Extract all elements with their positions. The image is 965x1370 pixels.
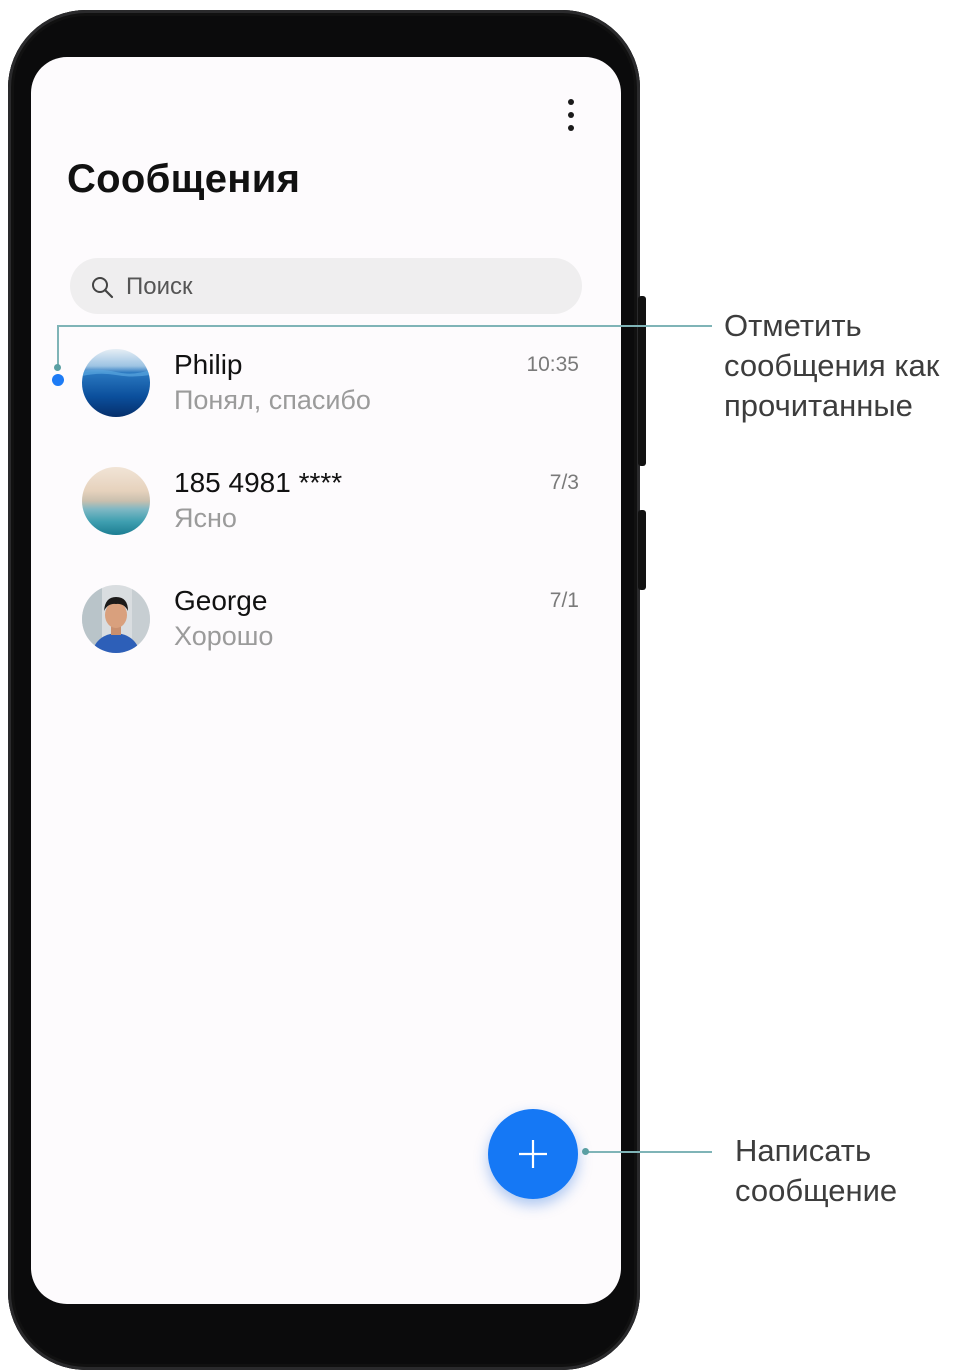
callout-mark-read: Отметить сообщения как прочитанные <box>724 306 939 426</box>
contact-name: Philip <box>174 349 243 380</box>
callout-text: прочитанные <box>724 388 913 423</box>
plus-icon <box>519 1140 547 1168</box>
callout-text: Написать <box>735 1133 872 1168</box>
contact-name: George <box>174 585 268 616</box>
message-preview: Хорошо <box>174 621 274 651</box>
power-button <box>638 510 646 590</box>
conversation-item[interactable]: 185 4981 **** Ясно 7/3 <box>31 445 621 555</box>
callout-text: Отметить <box>724 308 862 343</box>
conversation-item[interactable]: George Хорошо 7/1 <box>31 563 621 673</box>
message-preview: Ясно <box>174 503 237 533</box>
unread-indicator <box>52 374 64 386</box>
callout-text: сообщения как <box>724 348 940 383</box>
search-input[interactable] <box>124 258 568 316</box>
message-time: 7/1 <box>549 589 579 612</box>
callout-marker <box>582 1148 589 1155</box>
avatar <box>82 585 150 653</box>
message-preview: Понял, спасибо <box>174 385 371 415</box>
conversation-item[interactable]: Philip Понял, спасибо 10:35 <box>31 327 621 437</box>
callout-text: сообщение <box>735 1173 898 1208</box>
callout-line <box>57 325 712 327</box>
contact-name: 185 4981 **** <box>174 467 343 498</box>
new-message-button[interactable] <box>488 1109 578 1199</box>
more-vertical-icon <box>568 99 574 131</box>
callout-line <box>57 325 59 367</box>
message-time: 7/3 <box>549 471 579 494</box>
phone-screen: Сообщения Поиск Philip Понял, спасибо 10… <box>31 57 621 1304</box>
volume-button <box>638 296 646 466</box>
callout-marker <box>54 364 61 371</box>
callout-new-message: Написать сообщение <box>735 1131 897 1211</box>
callout-line <box>586 1151 712 1153</box>
page-title: Сообщения <box>67 157 301 201</box>
more-options-button[interactable] <box>556 95 586 135</box>
message-time: 10:35 <box>526 353 579 376</box>
search-icon <box>92 277 114 299</box>
avatar <box>82 349 150 417</box>
avatar <box>82 467 150 535</box>
search-bar[interactable] <box>70 258 582 316</box>
